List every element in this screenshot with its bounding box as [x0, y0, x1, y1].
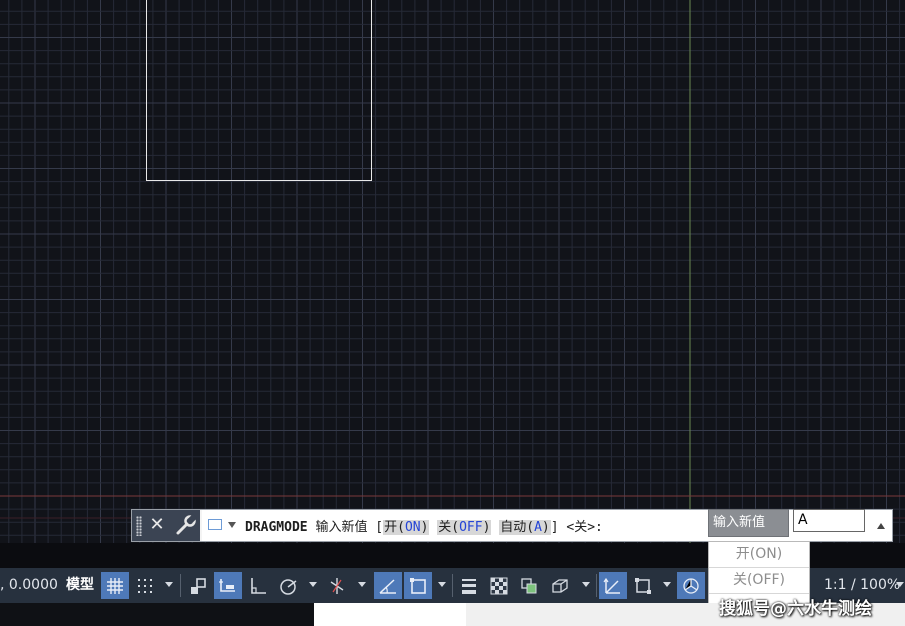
osnap-tracking-icon — [379, 579, 396, 594]
command-prompt: DRAGMODE 输入新值 [开(ON) 关(OFF) 自动(A)] <关>: — [245, 520, 603, 535]
transparency-button[interactable] — [485, 572, 513, 599]
annotation-scale-icon — [683, 578, 699, 594]
dynamic-input-field[interactable]: A — [793, 509, 865, 532]
ortho-icon — [251, 578, 266, 594]
snap-menu-chevron-down-icon[interactable] — [165, 582, 173, 587]
scroll-up-icon[interactable] — [877, 523, 885, 529]
osnap-menu-chevron-down-icon[interactable] — [438, 582, 446, 587]
isodraft-menu-chevron-down-icon[interactable] — [358, 582, 366, 587]
grid-icon — [107, 578, 123, 594]
polar-tracking-button[interactable] — [274, 572, 302, 599]
divider — [452, 574, 453, 597]
tab-model[interactable]: 模型 — [66, 568, 94, 603]
snap-icon — [138, 579, 152, 593]
command-line-handle[interactable]: ✕ — [132, 510, 200, 541]
isodraft-icon — [330, 578, 344, 594]
command-name: DRAGMODE — [245, 520, 308, 535]
chevron-down-icon[interactable] — [228, 522, 236, 528]
wrench-icon[interactable] — [174, 513, 198, 537]
coordinate-readout[interactable]: , 0.0000 — [0, 568, 58, 603]
grid-button[interactable] — [101, 572, 129, 599]
dynamic-ucs-button[interactable] — [214, 572, 242, 599]
transparency-icon — [490, 577, 508, 595]
dynamic-input-icon — [603, 577, 620, 594]
osnap-tracking-button[interactable] — [374, 572, 402, 599]
bottom-panel — [314, 603, 466, 626]
dropdown-item-off[interactable]: 关(OFF) — [709, 568, 809, 594]
osnap-button[interactable] — [404, 572, 432, 599]
watermark-text: 搜狐号@六水牛测绘 — [719, 599, 872, 619]
drawing-canvas[interactable] — [0, 0, 905, 543]
command-icon[interactable] — [208, 519, 222, 530]
close-icon[interactable]: ✕ — [146, 512, 168, 538]
grid-layer — [0, 0, 905, 543]
selection-filter-button[interactable] — [629, 572, 657, 599]
lineweight-button[interactable] — [455, 572, 483, 599]
option-auto[interactable]: 自动(A) — [499, 520, 551, 535]
option-on[interactable]: 开(ON) — [383, 520, 430, 535]
infer-constraints-button[interactable] — [184, 572, 212, 599]
drag-grip-icon[interactable] — [136, 516, 142, 536]
infer-constraints-icon — [191, 578, 206, 594]
ortho-button[interactable] — [244, 572, 272, 599]
prompt-text: 输入新值 — [315, 520, 368, 535]
polar-icon — [280, 579, 297, 595]
gizmo-icon — [635, 578, 651, 594]
3d-osnap-button[interactable] — [546, 572, 574, 599]
dynamic-input-button[interactable] — [599, 572, 627, 599]
divider — [596, 574, 597, 597]
scale-chevron-down-icon[interactable] — [896, 582, 904, 587]
selection-cycling-icon — [521, 578, 537, 594]
option-off[interactable]: 关(OFF) — [437, 520, 492, 535]
isodraft-button[interactable] — [323, 572, 351, 599]
divider — [180, 574, 181, 597]
lineweight-icon — [462, 579, 476, 594]
snap-button[interactable] — [131, 572, 159, 599]
osnap-icon — [410, 578, 426, 594]
dynamic-ucs-icon — [219, 579, 235, 592]
3d-osnap-icon — [552, 579, 568, 593]
selection-cycling-button[interactable] — [515, 572, 543, 599]
dynamic-prompt-label: 输入新值 — [708, 509, 789, 537]
selection-menu-chevron-down-icon[interactable] — [663, 582, 671, 587]
dropdown-item-on[interactable]: 开(ON) — [709, 542, 809, 568]
default-value: <关>: — [566, 520, 603, 535]
annotation-visibility-button[interactable] — [677, 572, 705, 599]
3d-osnap-menu-chevron-down-icon[interactable] — [582, 582, 590, 587]
polar-menu-chevron-down-icon[interactable] — [309, 582, 317, 587]
